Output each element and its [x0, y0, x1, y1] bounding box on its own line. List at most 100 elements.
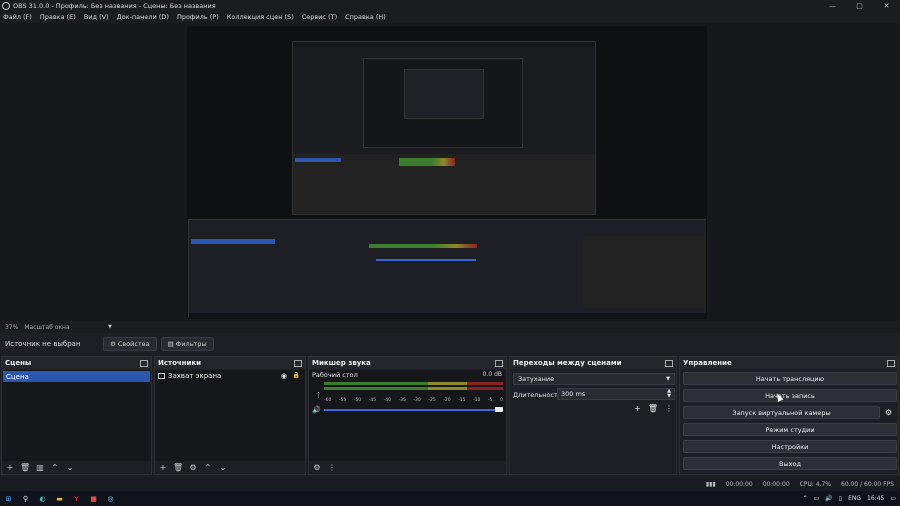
duration-input[interactable]: 300 ms ▲ ▼	[557, 388, 675, 400]
tick-label: -55	[338, 398, 347, 403]
rec-time: 00:00:00	[762, 480, 790, 488]
undock-icon[interactable]	[665, 359, 673, 367]
cpu-usage: CPU: 4.7%	[799, 480, 832, 488]
kebab-menu-icon[interactable]: ⋮	[327, 463, 337, 472]
virtual-camera-button[interactable]: Запуск виртуальной камеры	[683, 406, 880, 419]
mixer-header: Микшер звука	[309, 357, 506, 369]
chevron-down-icon[interactable]: ⌄	[218, 463, 228, 472]
gear-icon[interactable]: ⚙	[312, 463, 322, 472]
window-title: OBS 31.0.0 - Профиль: Без названия - Сце…	[13, 1, 216, 10]
scenes-footer: + 🗑 ▥ ⌃ ⌄	[2, 461, 151, 474]
tick-label: -50	[353, 398, 362, 403]
menu-view[interactable]: Вид (V)	[84, 13, 109, 21]
zoom-select[interactable]: Масштаб окна	[24, 324, 114, 331]
start-recording-button[interactable]: Начать запись	[683, 389, 897, 402]
trash-icon[interactable]: 🗑	[173, 463, 183, 472]
undock-icon[interactable]	[495, 359, 503, 367]
volume-meter-left	[324, 382, 503, 385]
tick-label: -5	[487, 398, 493, 403]
sources-header: Источники	[155, 357, 305, 369]
list-item[interactable]: Сцена	[3, 371, 150, 382]
network-icon[interactable]: ▭	[814, 495, 820, 502]
chevron-up-icon[interactable]: ⌃	[50, 463, 60, 472]
spin-icon[interactable]: ▲ ▼	[667, 389, 671, 399]
preview-canvas[interactable]	[187, 26, 707, 319]
menu-edit[interactable]: Правка (E)	[40, 13, 76, 21]
volume-slider[interactable]	[324, 409, 498, 411]
meter-ticks: -60 -55 -50 -45 -40 -35 -30 -25 -20 -15 …	[324, 398, 503, 403]
eye-icon[interactable]: ◉	[281, 372, 287, 380]
status-bar: ▮▮▮ 00:00:00 00:00:00 CPU: 4.7% 60.00 / …	[0, 477, 900, 491]
filters-button[interactable]: ▤ Фильтры	[160, 337, 214, 351]
exit-button[interactable]: Выход	[683, 457, 897, 470]
title-bar: OBS 31.0.0 - Профиль: Без названия - Сце…	[0, 0, 900, 11]
taskbar: ⊞ ⚲ ◐ ▬ Y ■ ◎ ⌃ ▭ 🔊 ▯ ENG 16:45 ▭	[0, 491, 900, 506]
volume-icon[interactable]: 🔊	[825, 495, 832, 502]
search-icon[interactable]: ⚲	[17, 491, 34, 506]
nested-preview-2	[363, 58, 523, 148]
chevron-down-icon[interactable]: ⌄	[65, 463, 75, 472]
list-item[interactable]: Захват экрана ◉ 🔒	[155, 370, 305, 381]
chevron-down-icon[interactable]: ▼	[108, 324, 112, 330]
close-button[interactable]: ✕	[873, 0, 900, 11]
yandex-icon[interactable]: Y	[68, 491, 85, 506]
explorer-icon[interactable]: ▬	[51, 491, 68, 506]
filter-icon[interactable]: ▥	[35, 463, 45, 472]
gear-icon[interactable]: ⚙	[882, 406, 895, 419]
system-tray: ⌃ ▭ 🔊 ▯ ENG 16:45 ▭	[803, 491, 896, 506]
trash-icon[interactable]: 🗑	[648, 404, 658, 413]
start-streaming-button[interactable]: Начать трансляцию	[683, 372, 897, 385]
chevron-up-icon[interactable]: ⌃	[803, 495, 808, 502]
transition-actions: + 🗑 ⋮	[634, 404, 673, 413]
menu-file[interactable]: Файл (F)	[3, 13, 32, 21]
menu-scene-collection[interactable]: Коллекция сцен (S)	[227, 13, 294, 21]
battery-icon[interactable]: ▯	[839, 495, 842, 502]
kebab-menu-icon[interactable]: ⋮	[665, 404, 673, 413]
chevron-up-icon[interactable]: ⌃	[203, 463, 213, 472]
lock-icon[interactable]: 🔒	[293, 372, 300, 379]
scenes-list: Сцена	[2, 370, 151, 461]
add-icon[interactable]: +	[634, 404, 641, 413]
add-icon[interactable]: +	[158, 463, 168, 472]
transitions-dock: Переходы между сценами Затухание ▼ Длител…	[509, 356, 677, 475]
nested-docks	[188, 219, 706, 318]
signal-icon: ▮▮▮	[705, 480, 716, 488]
chevron-down-icon: ▼	[666, 376, 670, 382]
clock[interactable]: 16:45	[867, 495, 884, 502]
undock-icon[interactable]	[140, 359, 148, 367]
obs-taskbar-icon[interactable]: ◎	[102, 491, 119, 506]
nested-preview-3	[404, 69, 484, 119]
menu-help[interactable]: Справка (H)	[345, 13, 386, 21]
settings-button[interactable]: Настройки	[683, 440, 897, 453]
trash-icon[interactable]: 🗑	[20, 463, 30, 472]
sources-footer: + 🗑 ⚙ ⌃ ⌄	[155, 461, 305, 474]
speaker-icon[interactable]: 🔊	[312, 406, 321, 414]
menu-tools[interactable]: Сервис (T)	[302, 13, 337, 21]
menu-bar: Файл (F) Правка (E) Вид (V) Док-панели (…	[0, 11, 900, 23]
undock-icon[interactable]	[294, 359, 302, 367]
controls-dock: Управление Начать трансляцию Начать запи…	[679, 356, 899, 475]
menu-profile[interactable]: Профиль (P)	[177, 13, 219, 21]
studio-mode-button[interactable]: Режим студии	[683, 423, 897, 436]
undock-icon[interactable]	[887, 359, 895, 367]
controls-title: Управление	[683, 359, 732, 367]
windows-start-icon[interactable]: ⊞	[0, 491, 17, 506]
sources-list: Захват экрана ◉ 🔒	[155, 370, 305, 461]
kebab-menu-icon[interactable]: ⋮	[315, 391, 322, 399]
app-icon[interactable]: ■	[85, 491, 102, 506]
minimize-button[interactable]: —	[819, 0, 846, 11]
nested-preview-1	[292, 41, 596, 215]
edge-icon[interactable]: ◐	[34, 491, 51, 506]
volume-slider-handle[interactable]	[495, 407, 503, 412]
notification-icon[interactable]: ▭	[890, 495, 896, 502]
gear-icon[interactable]: ⚙	[188, 463, 198, 472]
language-indicator[interactable]: ENG	[848, 495, 861, 502]
maximize-button[interactable]: ▢	[846, 0, 873, 11]
add-icon[interactable]: +	[5, 463, 15, 472]
duration-label: Длительность	[513, 391, 562, 399]
menu-docks[interactable]: Док-панели (D)	[117, 13, 169, 21]
filters-label: Фильтры	[175, 340, 207, 348]
tick-label: -25	[428, 398, 436, 403]
transition-select[interactable]: Затухание ▼	[513, 373, 675, 385]
properties-button[interactable]: ⚙ Свойства	[103, 337, 157, 351]
